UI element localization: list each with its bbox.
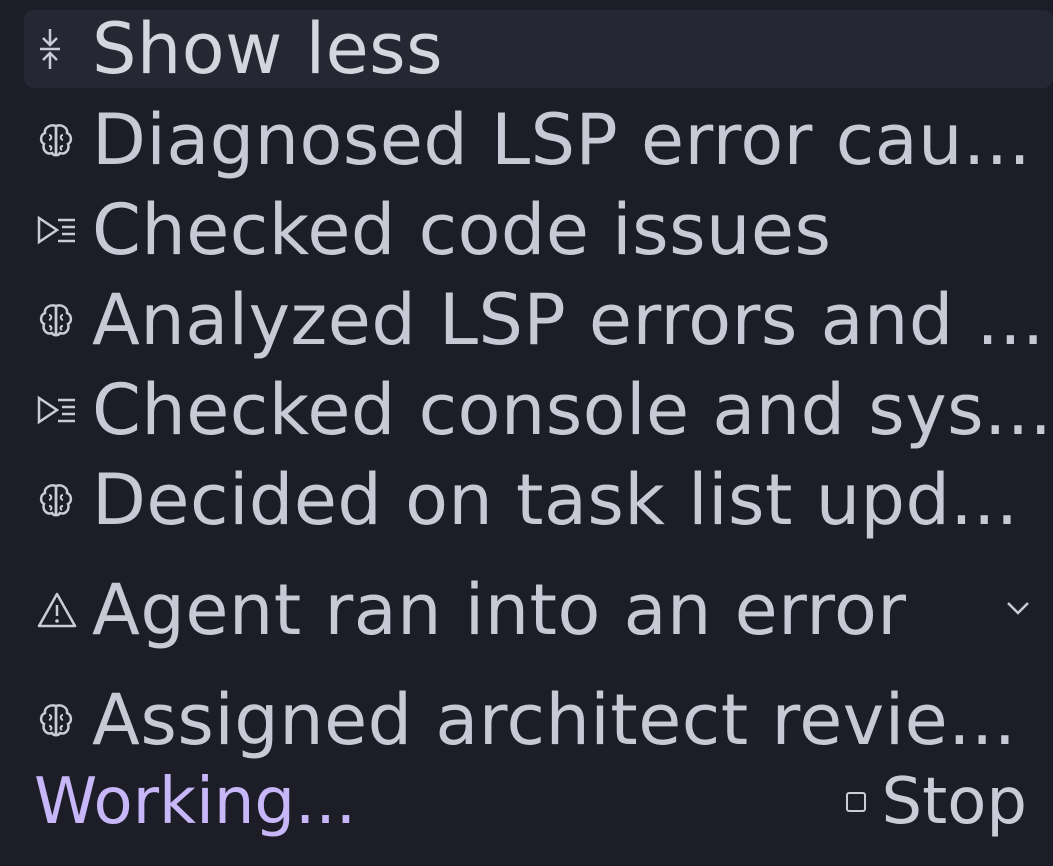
step-item-checked-code[interactable]: Checked code issues xyxy=(24,186,1053,274)
agent-activity-panel: Show less Diagnosed LSP error cau... Che… xyxy=(0,0,1053,866)
step-label: Agent ran into an error xyxy=(92,569,907,651)
warning-icon xyxy=(24,591,92,629)
show-less-button[interactable]: Show less xyxy=(24,10,1053,88)
stop-icon xyxy=(845,792,866,812)
step-item-agent-error[interactable]: Agent ran into an error xyxy=(24,566,1053,654)
working-status: Working... xyxy=(34,765,357,839)
step-item-analyzed[interactable]: Analyzed LSP errors and ... xyxy=(24,276,1053,364)
step-item-checked-console[interactable]: Checked console and sys... xyxy=(24,366,1053,454)
brain-icon xyxy=(24,120,92,160)
status-footer: Working... Stop xyxy=(0,760,1053,848)
step-label: Decided on task list upd... xyxy=(92,459,1019,541)
step-label: Analyzed LSP errors and ... xyxy=(92,279,1045,361)
step-label: Checked code issues xyxy=(92,189,832,271)
collapse-icon xyxy=(24,27,92,71)
step-item-diagnosed[interactable]: Diagnosed LSP error cau... xyxy=(24,96,1053,184)
stop-button[interactable]: Stop xyxy=(845,765,1028,839)
stop-label: Stop xyxy=(881,765,1028,839)
brain-icon xyxy=(24,480,92,520)
step-label: Diagnosed LSP error cau... xyxy=(92,99,1032,181)
brain-icon xyxy=(24,700,92,740)
step-label: Checked console and sys... xyxy=(92,369,1053,451)
step-item-decided[interactable]: Decided on task list upd... xyxy=(24,456,1053,544)
step-item-assigned[interactable]: Assigned architect revie... xyxy=(24,676,1053,764)
chevron-down-icon[interactable] xyxy=(1005,600,1031,620)
brain-icon xyxy=(24,300,92,340)
show-less-label: Show less xyxy=(92,10,444,88)
step-label: Assigned architect revie... xyxy=(92,679,1017,761)
console-icon xyxy=(24,393,92,427)
console-icon xyxy=(24,213,92,247)
